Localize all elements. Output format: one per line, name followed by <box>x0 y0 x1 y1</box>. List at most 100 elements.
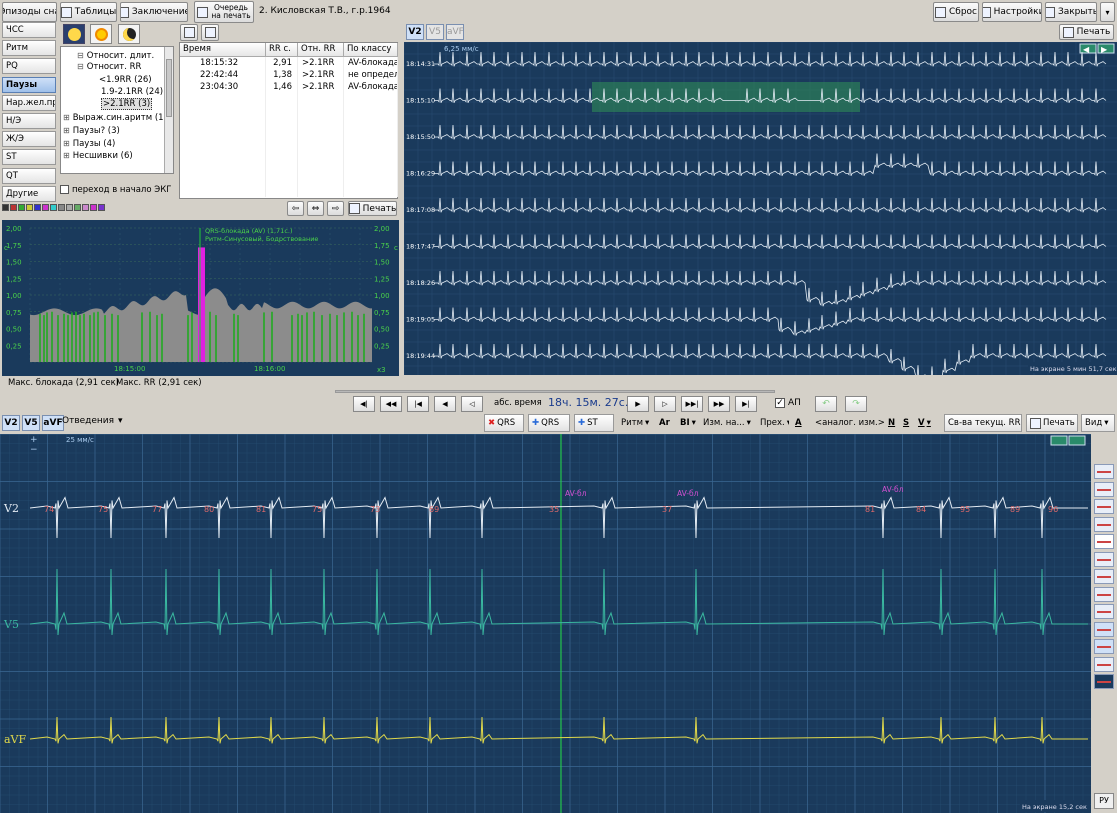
tool-icon[interactable] <box>1094 551 1114 567</box>
nav-button-6[interactable]: ▷ <box>654 396 676 412</box>
analog-menu[interactable]: <аналог. изм.>▾ <box>812 414 884 432</box>
waveform-icon[interactable] <box>1094 464 1114 479</box>
table-header[interactable]: Отн. RR <box>298 43 344 57</box>
overview-print-button[interactable]: Печать <box>1059 24 1114 40</box>
tree-item[interactable]: ⊞ Паузы? (3) <box>63 126 120 136</box>
prev-menu[interactable]: Прех. ▾ <box>757 414 789 432</box>
conclusion-button[interactable]: Заключение <box>120 2 188 22</box>
palette-swatch[interactable] <box>2 204 9 211</box>
palette-swatch[interactable] <box>58 204 65 211</box>
main-ecg-panel[interactable]: 25 мм/с + − V2 V5 aVF 74 75 77 80 81 75 73 69 35 37 81 84… <box>0 434 1091 813</box>
nav-button-9[interactable]: ▶| <box>735 396 757 412</box>
add-qrs-button[interactable]: ✚ QRS <box>528 414 570 432</box>
nav-button-2[interactable]: |◀ <box>407 396 429 412</box>
lead-tab-aVF[interactable]: aVF <box>42 415 64 431</box>
reset-button[interactable]: Сброс <box>933 2 979 22</box>
tree-item[interactable]: >2.1RR (3) <box>101 98 153 110</box>
palette-swatch[interactable] <box>26 204 33 211</box>
main-print-button[interactable]: Печать <box>1026 414 1078 432</box>
table-header[interactable]: Время <box>180 43 266 57</box>
view-menu[interactable]: Вид ▾ <box>1081 414 1115 432</box>
s-button[interactable]: S <box>900 414 914 432</box>
tree-item[interactable]: ⊞ Паузы (4) <box>63 139 115 149</box>
table-view-button-2[interactable] <box>201 24 219 41</box>
moon-night-button[interactable] <box>63 24 85 44</box>
n-button[interactable]: N <box>885 414 899 432</box>
table-row[interactable]: 23:04:30 1,46 >2.1RR AV-блокада <box>180 82 398 94</box>
table-row[interactable]: 22:42:44 1,38 >2.1RR не определе <box>180 70 398 82</box>
language-indicator[interactable]: РУ <box>1094 793 1114 809</box>
palette-swatch[interactable] <box>42 204 49 211</box>
sidebar-item-2[interactable]: PQ <box>2 58 56 75</box>
st-icon[interactable] <box>1094 604 1114 619</box>
overview-ecg-panel[interactable]: 6,25 мм/с ◀ ▶ 18:14:31 18:15:10 18:15:50 18:16… <box>404 42 1117 375</box>
palette-swatch[interactable] <box>90 204 97 211</box>
print-queue-button[interactable]: Очередь на печать <box>194 1 254 23</box>
nav-button-1[interactable]: ◀◀ <box>380 396 402 412</box>
close-button[interactable]: Закрыть <box>1045 2 1097 22</box>
tree-item[interactable]: ⊟ Относит. длит. <box>77 51 154 61</box>
trend-icon[interactable] <box>1094 499 1114 514</box>
add-st-button[interactable]: ✚ ST <box>574 414 614 432</box>
table-header[interactable]: RR с. <box>266 43 298 57</box>
tree-item[interactable]: 1.9-2.1RR (24) <box>101 87 163 97</box>
goto-start-checkbox[interactable] <box>60 185 69 194</box>
moon-button[interactable] <box>118 24 140 44</box>
ap-checkbox[interactable]: ✓ <box>775 398 785 408</box>
table-prev-button[interactable]: ⇦ <box>287 201 304 216</box>
leads-menu-arrow[interactable]: ▾ <box>118 416 123 426</box>
a-button[interactable]: A <box>792 414 808 432</box>
palette-swatch[interactable] <box>34 204 41 211</box>
rhythm-menu[interactable]: Ритм ▾ <box>618 414 654 432</box>
zoom-icon[interactable] <box>1094 534 1114 549</box>
table-row[interactable]: 18:15:32 2,91 >2.1RR AV-блокада <box>180 58 398 70</box>
lead-tab-V5[interactable]: V5 <box>22 415 40 431</box>
table-header[interactable]: По классу <box>344 43 398 57</box>
sidebar-item-0[interactable]: ЧСС <box>2 22 56 38</box>
monitor-icon[interactable] <box>1094 674 1114 689</box>
measure-menu[interactable]: Изм. на... ▾ <box>700 414 752 432</box>
sidebar-item-6[interactable]: Ж/Э <box>2 131 56 148</box>
link-icon[interactable] <box>1094 586 1114 602</box>
sidebar-item-9[interactable]: Другие <box>2 185 56 202</box>
sidebar-item-8[interactable]: QT <box>2 167 56 184</box>
current-rr-props-button[interactable]: Св-ва текущ. RR <box>944 414 1022 432</box>
tables-button[interactable]: Таблицы <box>60 2 117 22</box>
palette-swatch[interactable] <box>74 204 81 211</box>
measure-icon[interactable] <box>1094 569 1114 584</box>
nav-button-5[interactable]: ▶ <box>627 396 649 412</box>
palette-swatch[interactable] <box>18 204 25 211</box>
tree-item[interactable]: ⊞ Выраж.син.аритм (1) <box>63 113 167 123</box>
nav-button-8[interactable]: ▶▶ <box>708 396 730 412</box>
sidebar-item-3[interactable]: Паузы <box>2 76 56 93</box>
more-button[interactable]: ▾ <box>1100 2 1115 22</box>
table-fit-button[interactable]: ⇔ <box>307 201 324 216</box>
collapse-icon[interactable]: ⊟ <box>77 62 84 71</box>
sleep-episodes-button[interactable]: Эпизоды сна <box>2 2 57 22</box>
bi-button[interactable]: BI ▾ <box>677 414 699 432</box>
rr-trend-chart[interactable]: 2,00 2,00 1,75 1,75 1,50 1,50 1,25 1,25 1,00 1,00… <box>2 220 399 376</box>
tree-item[interactable]: <1.9RR (26) <box>99 75 152 85</box>
palette-swatch[interactable] <box>50 204 57 211</box>
compare-icon[interactable] <box>1094 639 1114 654</box>
rhythm-strip-icon[interactable] <box>1094 481 1114 497</box>
marker-icon[interactable] <box>1094 516 1114 532</box>
sun-day-button[interactable] <box>90 24 112 44</box>
delete-qrs-button[interactable]: ✖ QRS <box>484 414 524 432</box>
overview-tab-V2[interactable]: V2 <box>406 24 424 40</box>
table-print-button[interactable]: Печать <box>348 201 397 216</box>
sidebar-item-7[interactable]: ST <box>2 149 56 166</box>
expand-icon[interactable]: ⊞ <box>63 126 70 135</box>
table-next-button[interactable]: ⇨ <box>327 201 344 216</box>
spectrum-icon[interactable] <box>1094 656 1114 672</box>
expand-icon[interactable]: ⊞ <box>63 151 70 160</box>
sidebar-item-1[interactable]: Ритм <box>2 40 56 57</box>
nav-button-0[interactable]: ◀| <box>353 396 375 412</box>
timeline-scroll[interactable] <box>335 390 775 393</box>
leads-menu[interactable]: Отведения <box>62 416 114 426</box>
collapse-icon[interactable]: ⊟ <box>77 51 84 60</box>
palette-swatch[interactable] <box>66 204 73 211</box>
redo-button[interactable]: ↷ <box>845 396 867 412</box>
undo-button[interactable]: ↶ <box>815 396 837 412</box>
expand-icon[interactable]: ⊞ <box>63 113 70 122</box>
